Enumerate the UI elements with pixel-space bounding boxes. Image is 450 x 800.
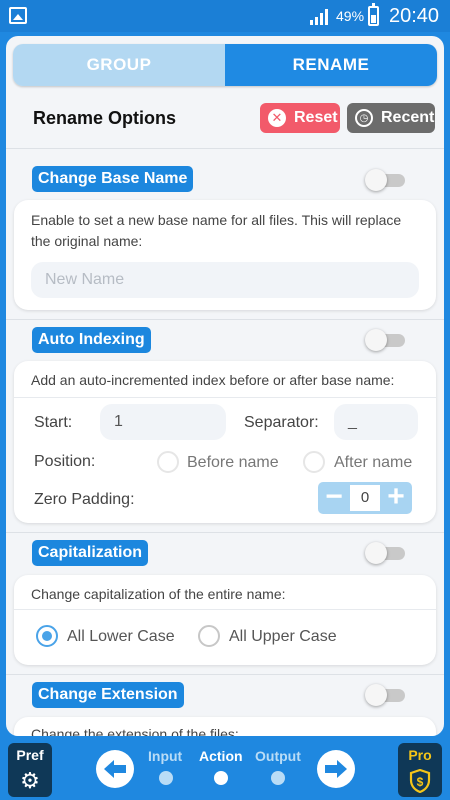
start-input[interactable]: 1: [100, 404, 226, 440]
step-input-label: Input: [148, 748, 183, 764]
next-step-button[interactable]: [317, 750, 355, 788]
divider: [6, 319, 444, 320]
arrow-left-icon: [104, 760, 126, 778]
position-before-label: Before name: [187, 454, 279, 471]
gallery-notification-icon: [9, 7, 27, 24]
previous-step-button[interactable]: [96, 750, 134, 788]
capitalization-card: Change capitalization of the entire name…: [14, 575, 436, 665]
step-output-label: Output: [255, 748, 301, 764]
section-title-extension: Change Extension: [32, 682, 184, 708]
section-title-auto-indexing: Auto Indexing: [32, 327, 151, 353]
extension-card: Change the extension of the files:: [14, 717, 436, 736]
step-action-dot: [214, 771, 228, 785]
pro-button[interactable]: Pro $: [398, 743, 442, 797]
auto-indexing-card: Add an auto-incremented index before or …: [14, 361, 436, 523]
pro-label: Pro: [408, 747, 432, 763]
position-label: Position:: [34, 453, 96, 470]
lower-case-label: All Lower Case: [67, 628, 175, 645]
position-before-radio[interactable]: [157, 451, 179, 473]
zero-padding-label: Zero Padding:: [34, 491, 135, 508]
decrement-button[interactable]: −: [318, 482, 350, 514]
main-panel: GROUP RENAME Rename Options ✕ Reset ◷ Re…: [6, 36, 444, 736]
zero-padding-value: 0: [350, 485, 380, 511]
start-label: Start:: [34, 414, 73, 431]
extension-description: Change the extension of the files:: [31, 726, 239, 736]
battery-percentage: 49%: [336, 8, 365, 24]
step-output-dot: [271, 771, 285, 785]
shield-dollar-icon: $: [409, 769, 431, 793]
preferences-button[interactable]: Pref ⚙: [8, 743, 52, 797]
start-value: 1: [114, 413, 123, 430]
step-input-dot: [159, 771, 173, 785]
capitalization-toggle[interactable]: [365, 542, 405, 564]
bottom-bar: Pref ⚙ Input Action Output Pro $: [0, 736, 450, 800]
capitalization-description: Change capitalization of the entire name…: [31, 586, 286, 602]
divider: [6, 148, 444, 149]
auto-indexing-description: Add an auto-incremented index before or …: [31, 372, 395, 388]
svg-text:$: $: [417, 775, 424, 789]
step-action-label: Action: [199, 748, 243, 764]
recent-button-label: Recent: [381, 109, 435, 126]
status-bar: 49% 20:40: [0, 0, 450, 32]
new-name-input[interactable]: [31, 262, 419, 298]
reset-button[interactable]: ✕ Reset: [260, 103, 340, 133]
position-after-label: After name: [334, 454, 413, 471]
battery-icon: [368, 3, 379, 26]
gear-icon: ⚙: [20, 768, 40, 793]
extension-toggle[interactable]: [365, 684, 405, 706]
separator-label: Separator:: [244, 414, 319, 431]
page-title: Rename Options: [33, 108, 177, 128]
divider: [6, 674, 444, 675]
upper-case-radio[interactable]: [198, 625, 220, 647]
history-icon: ◷: [355, 109, 373, 127]
zero-padding-stepper: − 0 +: [318, 482, 412, 514]
section-title-base-name: Change Base Name: [32, 166, 194, 192]
increment-button[interactable]: +: [380, 482, 412, 514]
arrow-right-icon: [325, 760, 347, 778]
base-name-toggle[interactable]: [365, 169, 405, 191]
clock: 20:40: [389, 5, 440, 27]
base-name-description: Enable to set a new base name for all fi…: [31, 212, 402, 249]
divider: [6, 532, 444, 533]
reset-button-label: Reset: [294, 109, 338, 126]
tab-group[interactable]: GROUP: [13, 44, 225, 86]
base-name-card: Enable to set a new base name for all fi…: [14, 200, 436, 310]
tab-bar: GROUP RENAME: [13, 44, 437, 86]
separator-value: _: [348, 413, 357, 430]
preferences-label: Pref: [16, 747, 44, 763]
signal-icon: [310, 9, 328, 25]
recent-button[interactable]: ◷ Recent: [347, 103, 435, 133]
close-icon: ✕: [268, 109, 286, 127]
position-after-radio[interactable]: [303, 451, 325, 473]
separator-input[interactable]: _: [334, 404, 418, 440]
section-title-capitalization: Capitalization: [32, 540, 149, 566]
auto-indexing-toggle[interactable]: [365, 329, 405, 351]
upper-case-label: All Upper Case: [229, 628, 337, 645]
lower-case-radio[interactable]: [36, 625, 58, 647]
tab-rename[interactable]: RENAME: [225, 44, 437, 86]
